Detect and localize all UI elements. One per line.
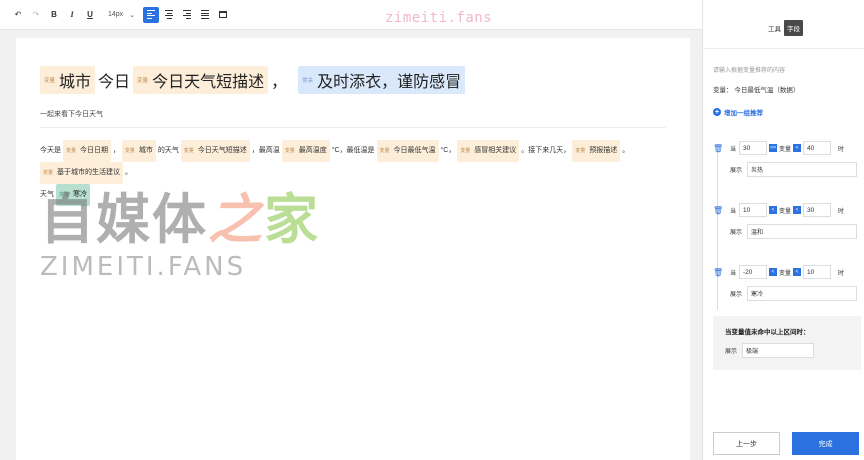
panel-hint: 请输入根据变量推荐的内容 — [713, 68, 786, 74]
variable-chip[interactable]: 变量 今日天气短描述 — [180, 140, 250, 162]
document-page[interactable]: 变量 城市 今日 变量 今日天气短描述 ， 常关 及时添衣，谨防感冒 一起来看下今日天… — [16, 38, 690, 460]
divider — [703, 48, 864, 49]
watermark-top: zimeiti.fans — [385, 10, 493, 26]
doc-title: 变量 城市 今日 变量 今日天气短描述 ， 常关 及时添衣，谨防感冒 — [40, 66, 666, 94]
add-recommendation-button[interactable]: + 增加一组推荐 — [713, 107, 763, 117]
undo-button[interactable]: ↶ — [10, 7, 26, 23]
doc-subtitle: 一起来看下今日天气 — [40, 109, 666, 128]
variable-chip[interactable]: 变量 今日日期 — [62, 140, 111, 162]
tab-tools[interactable]: 工具 — [765, 20, 784, 36]
rule-high-input[interactable]: 10 — [803, 265, 832, 279]
variable-chip[interactable]: 变量 今日最低气温 — [376, 140, 439, 162]
rule-display-input[interactable]: 温和 — [747, 224, 858, 239]
table-button[interactable] — [215, 7, 231, 23]
constant-chip[interactable]: 常关 及时添衣，谨防感冒 — [298, 66, 466, 94]
variable-chip[interactable]: 变量 城市 — [121, 140, 156, 162]
rule-group: 🗑 当 -20 < 变量 < 10 时 展示 寒冷 — [713, 264, 863, 301]
font-size-value: 14px — [108, 11, 124, 18]
bold-button[interactable]: B — [46, 7, 62, 23]
align-right-button[interactable] — [179, 7, 195, 23]
done-button[interactable]: 完成 — [792, 432, 859, 455]
variable-chip[interactable]: 变量 城市 — [40, 66, 96, 94]
panel-tabs: 工具 字段 — [765, 20, 803, 36]
operator-select[interactable]: < — [769, 206, 777, 214]
variable-chip[interactable]: 变量 预报描述 — [572, 140, 621, 162]
variable-chip[interactable]: 变量 基于城市的生活建议 — [40, 162, 124, 184]
underline-button[interactable]: U — [82, 7, 98, 23]
align-left-icon — [147, 9, 156, 20]
trash-icon[interactable]: 🗑 — [713, 206, 723, 215]
operator-select[interactable]: < — [793, 268, 802, 276]
operator-select[interactable]: < — [769, 268, 777, 276]
doc-paragraph: 今天是 变量 今日日期 ， 变量 城市 的天气 变量 今日天气短描述 ，最高温 变量最… — [40, 140, 666, 206]
plus-circle-icon: + — [713, 108, 721, 116]
operator-select[interactable]: <= — [769, 144, 777, 152]
previous-step-button[interactable]: 上一步 — [713, 432, 780, 455]
italic-button[interactable]: I — [64, 7, 80, 23]
operator-select[interactable]: < — [793, 144, 802, 152]
fallback-section: 当变量值未命中以上区间时： 展示 极端 — [713, 316, 861, 370]
variable-info: 变量： 今日最低气温（数据） — [713, 87, 800, 94]
rule-display-input[interactable]: 炎热 — [747, 162, 858, 177]
align-right-icon — [183, 9, 192, 20]
fallback-display-input[interactable]: 极端 — [742, 343, 815, 358]
rule-high-input[interactable]: 40 — [803, 141, 832, 155]
rule-low-input[interactable]: 10 — [739, 203, 767, 217]
operator-select[interactable]: < — [793, 206, 802, 214]
tab-fields[interactable]: 字段 — [784, 20, 803, 36]
recommendation-panel: 工具 字段 请输入根据变量推荐的内容 变量： 今日最低气温（数据） + 增加一组… — [702, 0, 864, 460]
align-left-button[interactable] — [143, 6, 160, 23]
rule-low-input[interactable]: 30 — [739, 141, 767, 155]
align-center-button[interactable] — [161, 7, 177, 23]
variable-chip[interactable]: 变量 最高温度 — [281, 140, 330, 162]
variable-chip[interactable]: 变量 今日天气短描述 — [133, 66, 269, 94]
trash-icon[interactable]: 🗑 — [713, 268, 723, 277]
chevron-down-icon: ⌄ — [129, 11, 136, 19]
rule-display-input[interactable]: 寒冷 — [747, 286, 858, 301]
rule-high-input[interactable]: 30 — [803, 203, 832, 217]
trash-icon[interactable]: 🗑 — [713, 144, 723, 153]
variable-chip[interactable]: 变量 感冒相关建议 — [457, 140, 520, 162]
variable-chip-selected[interactable]: 变量 寒冷 — [55, 184, 90, 206]
rule-low-input[interactable]: -20 — [739, 265, 767, 279]
redo-button[interactable]: ↷ — [28, 7, 44, 23]
font-size-select[interactable]: 14px ⌄ — [108, 11, 135, 19]
table-icon — [219, 11, 228, 18]
justify-button[interactable] — [197, 7, 213, 23]
justify-icon — [201, 9, 210, 20]
rule-group: 🗑 当 10 < 变量 < 30 时 展示 温和 — [713, 202, 863, 239]
editor-toolbar: ↶ ↷ B I U 14px ⌄ — [0, 0, 702, 30]
rule-group: 🗑 当 30 <= 变量 < 40 时 展示 炎热 — [713, 140, 863, 177]
align-center-icon — [165, 9, 174, 20]
